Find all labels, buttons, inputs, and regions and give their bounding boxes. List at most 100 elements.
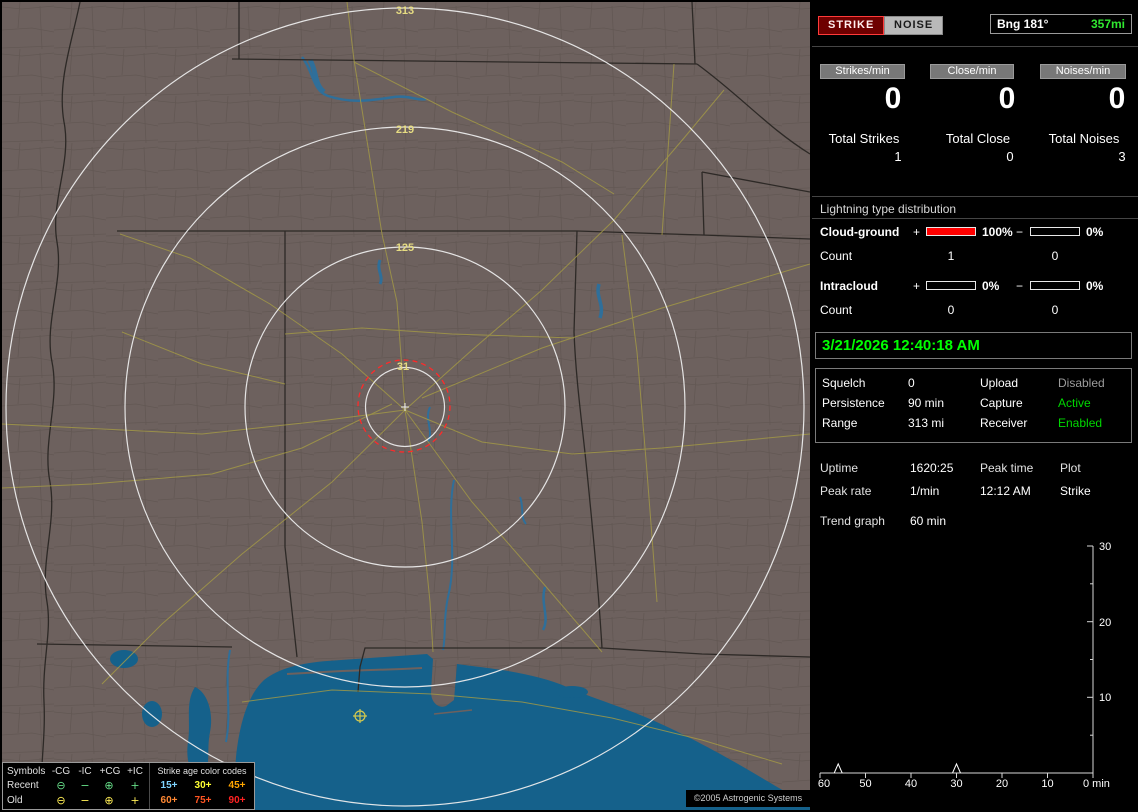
total-strikes-value: 1 <box>894 149 902 164</box>
divider <box>812 218 1138 219</box>
minus-sign: − <box>1016 279 1024 293</box>
neg-ic-old-icon: − <box>80 794 90 807</box>
close-per-min-value: 0 <box>998 82 1016 115</box>
range-value: 313 mi <box>908 416 945 430</box>
persistence-label: Persistence <box>822 396 885 410</box>
plot-label: Plot <box>1060 461 1081 475</box>
legend-col-pos-cg: +CG <box>99 766 121 777</box>
total-noises-value: 3 <box>1118 149 1126 164</box>
legend-col-neg-ic: -IC <box>78 766 92 777</box>
ring-label-125: 125 <box>396 242 414 254</box>
y-tick-10: 10 <box>1099 692 1111 704</box>
trend-tick-labels: 30 20 10 60 50 40 30 20 10 0 min <box>818 541 1111 790</box>
peak-rate-value: 1/min <box>910 484 940 498</box>
copyright-notice: ©2005 Astrogenic Systems <box>686 790 810 807</box>
ic-count-label: Count <box>820 303 853 317</box>
neg-cg-recent-icon: ⊖ <box>56 779 66 792</box>
trend-graph-label: Trend graph <box>820 514 885 528</box>
trend-spikes <box>833 762 961 774</box>
plus-sign: + <box>913 225 921 239</box>
y-tick-30: 30 <box>1099 541 1111 553</box>
pos-cg-old-icon: ⊕ <box>104 794 114 807</box>
cg-plus-bar <box>926 227 976 236</box>
peak-time-value: 12:12 AM <box>980 484 1031 498</box>
total-strikes-label: Total Strikes <box>828 131 900 146</box>
trend-axes <box>819 545 1094 778</box>
total-close-label: Total Close <box>945 131 1011 146</box>
noises-per-min-box[interactable]: Noises/min <box>1040 64 1126 79</box>
age-75: 75+ <box>194 795 212 806</box>
legend-recent-label: Recent <box>7 780 39 791</box>
ic-minus-bar <box>1030 281 1080 290</box>
map-legend: Symbols -CG -IC +CG +IC Strike age color… <box>2 762 255 810</box>
cg-plus-bar-fill <box>927 228 975 235</box>
ic-plus-bar <box>926 281 976 290</box>
legend-divider <box>149 763 150 809</box>
cg-minus-pct: 0% <box>1086 225 1104 239</box>
age-45: 45+ <box>228 780 246 791</box>
settings-box: Squelch 0 Upload Disabled Persistence 90… <box>815 368 1132 443</box>
x-tick-20: 20 <box>996 778 1008 790</box>
strikes-per-min-box[interactable]: Strikes/min <box>820 64 905 79</box>
age-30: 30+ <box>194 780 212 791</box>
capture-status: Active <box>1058 396 1091 410</box>
upload-label: Upload <box>980 376 1019 390</box>
trend-graph: 30 20 10 60 50 40 30 20 10 0 min <box>818 541 1111 790</box>
squelch-label: Squelch <box>822 376 866 390</box>
ring-label-31: 31 <box>397 361 409 373</box>
divider <box>812 196 1138 197</box>
plot-value: Strike <box>1060 484 1091 498</box>
persistence-value: 90 min <box>908 396 945 410</box>
ic-plus-count: 0 <box>947 303 955 317</box>
capture-label: Capture <box>980 396 1023 410</box>
close-per-min-box[interactable]: Close/min <box>930 64 1014 79</box>
plus-sign: + <box>913 279 921 293</box>
y-tick-20: 20 <box>1099 617 1111 629</box>
peak-rate-label: Peak rate <box>820 484 872 498</box>
ring-label-219: 219 <box>396 124 414 136</box>
legend-col-pos-ic: +IC <box>127 766 143 777</box>
distribution-title: Lightning type distribution <box>820 202 957 216</box>
x-tick-10: 10 <box>1041 778 1053 790</box>
datetime-box: 3/21/2026 12:40:18 AM <box>815 332 1132 359</box>
total-noises-label: Total Noises <box>1048 131 1120 146</box>
ic-plus-pct: 0% <box>982 279 1000 293</box>
legend-symbols-header: Symbols <box>7 766 46 777</box>
upload-status: Disabled <box>1058 376 1105 390</box>
x-tick-60: 60 <box>818 778 830 790</box>
datetime-value: 3/21/2026 12:40:18 AM <box>822 337 980 354</box>
x-tick-0min: 0 min <box>1083 778 1110 790</box>
trend-graph-value: 60 min <box>910 514 947 528</box>
minus-sign: − <box>1016 225 1024 239</box>
legend-old-label: Old <box>7 795 23 806</box>
noise-button[interactable]: NOISE <box>884 16 944 35</box>
x-tick-30: 30 <box>950 778 962 790</box>
noises-per-min-value: 0 <box>1108 82 1126 115</box>
cg-plus-pct: 100% <box>982 225 1013 239</box>
neg-cg-old-icon: ⊖ <box>56 794 66 807</box>
squelch-value: 0 <box>908 376 915 390</box>
lightning-map[interactable]: 313 219 125 31 <box>2 2 810 810</box>
cg-plus-count: 1 <box>947 249 955 263</box>
legend-age-header: Strike age color codes <box>157 766 247 776</box>
range-label: Range <box>822 416 858 430</box>
legend-col-neg-cg: -CG <box>51 766 71 777</box>
strikes-per-min-value: 0 <box>884 82 902 115</box>
bearing-distance: 357mi <box>1090 17 1125 31</box>
bearing-display: Bng 181° 357mi <box>990 14 1132 34</box>
uptime-label: Uptime <box>820 461 859 475</box>
ic-minus-count: 0 <box>1051 303 1059 317</box>
strike-button[interactable]: STRIKE <box>818 16 885 35</box>
total-close-value: 0 <box>1006 149 1014 164</box>
cg-minus-count: 0 <box>1051 249 1059 263</box>
intracloud-label: Intracloud <box>820 279 879 293</box>
cloud-ground-label: Cloud-ground <box>820 225 900 239</box>
ring-label-313: 313 <box>396 5 414 17</box>
bearing-label: Bng 181° <box>997 17 1049 31</box>
pos-ic-old-icon: + <box>130 794 140 807</box>
ic-minus-pct: 0% <box>1086 279 1104 293</box>
cg-count-label: Count <box>820 249 853 263</box>
age-15: 15+ <box>160 780 178 791</box>
pos-cg-recent-icon: ⊕ <box>104 779 114 792</box>
age-60: 60+ <box>160 795 178 806</box>
